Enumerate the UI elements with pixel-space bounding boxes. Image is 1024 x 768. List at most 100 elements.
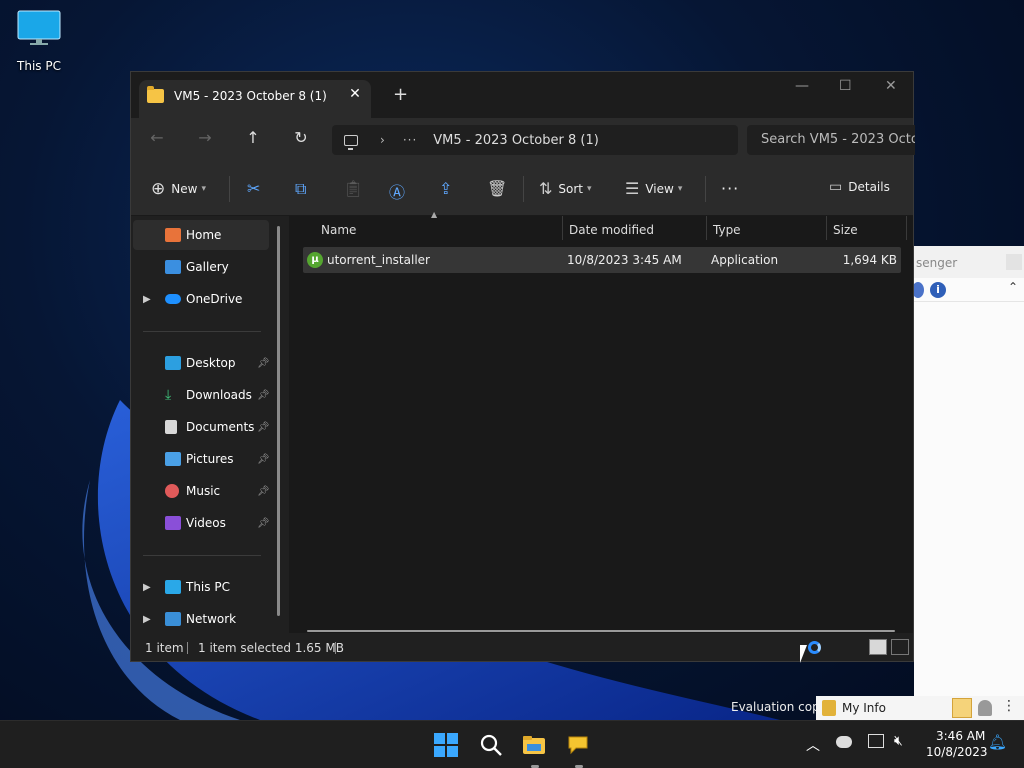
address-overflow-button[interactable]: ···	[403, 133, 417, 147]
details-view-button[interactable]	[869, 639, 887, 655]
content-area: Home Gallery ▶ OneDrive Desktop 📌︎ ⤓ Dow…	[131, 210, 913, 634]
sidebar-item-home[interactable]: Home	[133, 220, 269, 250]
maximize-button[interactable]: ☐	[839, 78, 852, 94]
up-arrow-icon[interactable]: ↑	[241, 128, 265, 147]
clock-time[interactable]: 3:46 AM	[936, 729, 985, 743]
info-icon[interactable]: i	[930, 282, 946, 298]
network-icon	[165, 612, 181, 626]
sidebar-item-documents[interactable]: Documents 📌︎	[133, 412, 270, 442]
sidebar-item-gallery[interactable]: Gallery	[133, 252, 269, 282]
cut-button[interactable]: ✂	[247, 179, 266, 198]
close-window-button[interactable]: ✕	[885, 78, 897, 94]
column-type[interactable]: Type	[713, 223, 741, 237]
sidebar-item-label: Documents	[186, 420, 255, 434]
pin-icon[interactable]: 📌︎	[257, 422, 270, 433]
address-path[interactable]: VM5 - 2023 October 8 (1)	[433, 133, 599, 148]
sort-label: Sort	[558, 181, 584, 196]
details-label: Details	[848, 180, 890, 194]
sidebar-item-label: Downloads	[186, 388, 252, 402]
sidebar-item-music[interactable]: Music 📌︎	[133, 476, 270, 506]
speaker-muted-icon[interactable]: 🔇︎	[894, 733, 903, 749]
back-arrow-icon[interactable]: ←	[145, 128, 169, 147]
pin-icon[interactable]: 📌︎	[257, 358, 270, 369]
chevron-right-icon[interactable]: ▶	[143, 614, 151, 625]
onedrive-cloud-icon[interactable]	[836, 736, 852, 748]
more-options-icon[interactable]: ⋮	[1002, 698, 1016, 714]
pin-icon[interactable]: 📌︎	[257, 390, 270, 401]
sort-button[interactable]: ⇅ Sort ▾	[539, 179, 592, 198]
sidebar-item-network[interactable]: ▶ Network	[133, 604, 269, 634]
column-size[interactable]: Size	[833, 223, 858, 237]
column-date-modified[interactable]: Date modified	[569, 223, 654, 237]
details-button[interactable]: ▭ Details	[829, 179, 890, 195]
monitor-icon	[17, 10, 61, 45]
music-icon	[165, 484, 179, 498]
clock-date[interactable]: 10/8/2023	[926, 745, 988, 759]
view-label: View	[645, 181, 674, 196]
sidebar-scrollbar[interactable]	[277, 226, 280, 616]
copy-button[interactable]: ⧉	[295, 179, 312, 199]
chevron-right-icon[interactable]: ▶	[143, 294, 151, 305]
large-icons-view-button[interactable]	[891, 639, 909, 655]
messenger-info-bar: My Info ⋮	[816, 696, 1024, 720]
messenger-close-button[interactable]	[1006, 254, 1022, 270]
sidebar-item-label: OneDrive	[186, 292, 243, 306]
view-list-icon: ☰	[625, 179, 640, 198]
chevron-down-icon: ▾	[201, 184, 206, 194]
notification-bell-icon[interactable]: 🔔︎	[988, 733, 1007, 751]
sort-icon: ⇅	[539, 179, 553, 198]
desktop-icon-this-pc[interactable]: This PC	[10, 10, 68, 73]
computer-icon	[344, 134, 358, 150]
minimize-button[interactable]: —	[795, 78, 809, 94]
sidebar-item-pictures[interactable]: Pictures 📌︎	[133, 444, 270, 474]
chevron-right-icon[interactable]: ›	[380, 133, 385, 147]
sidebar-item-onedrive[interactable]: ▶ OneDrive	[133, 284, 269, 314]
messenger-toolbar: i ⌃	[912, 278, 1024, 302]
sidebar-item-label: Gallery	[186, 260, 229, 274]
user-icon[interactable]	[952, 698, 972, 718]
column-name[interactable]: Name	[321, 223, 356, 237]
share-button[interactable]: ⇪	[439, 179, 458, 198]
tab-close-button[interactable]: ✕	[343, 86, 367, 102]
pin-icon[interactable]: 📌︎	[257, 518, 270, 529]
user-gray-icon[interactable]	[978, 700, 992, 716]
pictures-icon	[165, 452, 181, 466]
address-bar[interactable]: › ··· VM5 - 2023 October 8 (1)	[332, 125, 738, 155]
chevron-up-icon[interactable]: ⌃	[1008, 280, 1018, 294]
sidebar-item-label: Home	[186, 228, 222, 242]
messenger-icon[interactable]	[566, 733, 590, 757]
view-button[interactable]: ☰ View ▾	[625, 179, 682, 198]
sidebar-item-desktop[interactable]: Desktop 📌︎	[133, 348, 270, 378]
chevron-right-icon[interactable]: ▶	[143, 582, 151, 593]
file-explorer-icon[interactable]	[522, 733, 546, 757]
windows-start-icon[interactable]	[434, 733, 458, 757]
show-hidden-icons-chevron-icon[interactable]: ︿	[806, 735, 820, 755]
new-label: New	[171, 182, 198, 196]
my-info-label[interactable]: My Info	[842, 701, 886, 715]
sidebar-item-this-pc[interactable]: ▶ This PC	[133, 572, 269, 602]
folder-icon	[147, 86, 164, 103]
horizontal-scrollbar[interactable]	[307, 630, 895, 632]
delete-button[interactable]: 🗑︎	[487, 179, 513, 198]
sidebar-item-videos[interactable]: Videos 📌︎	[133, 508, 270, 538]
desktop-icon	[165, 356, 181, 370]
more-options-button[interactable]: ···	[721, 179, 739, 198]
refresh-icon[interactable]: ↻	[289, 128, 313, 147]
sidebar-item-label: Videos	[186, 516, 226, 530]
network-monitor-icon[interactable]	[868, 734, 884, 748]
pin-icon[interactable]: 📌︎	[257, 454, 270, 465]
tab-current-folder[interactable]: VM5 - 2023 October 8 (1) ✕	[139, 80, 371, 118]
new-tab-button[interactable]: +	[393, 84, 408, 105]
table-row[interactable]: μ utorrent_installer 10/8/2023 3:45 AM A…	[303, 247, 901, 273]
home-icon	[165, 228, 181, 242]
rename-button[interactable]: Ⓐ	[389, 179, 411, 203]
forward-arrow-icon[interactable]: →	[193, 128, 217, 147]
search-icon[interactable]	[479, 733, 503, 757]
clipboard-icon: 📋︎	[343, 179, 364, 198]
sidebar-item-downloads[interactable]: ⤓ Downloads 📌︎	[133, 380, 270, 410]
messenger-window[interactable]: senger i ⌃	[912, 246, 1024, 718]
new-button[interactable]: ⊕ New ▾	[151, 179, 206, 199]
paste-button[interactable]: 📋︎	[343, 179, 369, 198]
search-input[interactable]: Search VM5 - 2023 Octob	[747, 125, 915, 155]
pin-icon[interactable]: 📌︎	[257, 486, 270, 497]
